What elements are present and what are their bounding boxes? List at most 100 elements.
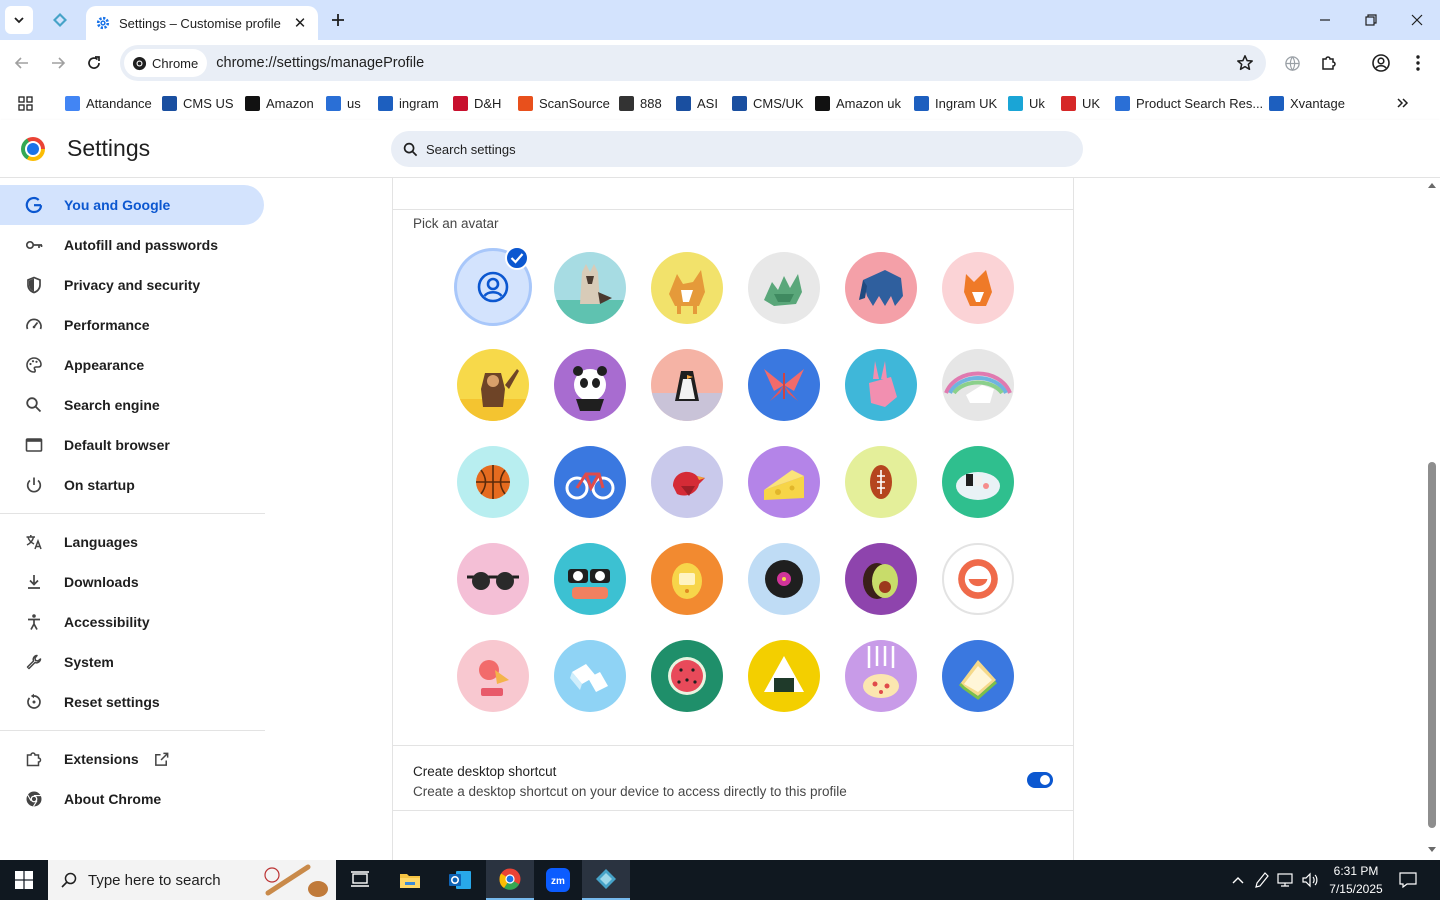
- sidebar-item-performance[interactable]: Performance: [0, 305, 264, 345]
- profile-button[interactable]: [1366, 48, 1396, 78]
- sidebar-item-default-browser[interactable]: Default browser: [0, 425, 264, 465]
- bookmark-item[interactable]: CMS US: [162, 92, 234, 114]
- taskbar-file-explorer[interactable]: [386, 860, 434, 900]
- bookmark-item[interactable]: D&H: [453, 92, 501, 114]
- more-bookmarks-button[interactable]: [1396, 92, 1410, 114]
- sidebar-item-autofill[interactable]: Autofill and passwords: [0, 225, 264, 265]
- task-view-button[interactable]: [336, 860, 384, 900]
- site-chip[interactable]: Chrome: [124, 49, 208, 77]
- bookmark-star-button[interactable]: [1236, 54, 1254, 77]
- sidebar-item-appearance[interactable]: Appearance: [0, 345, 264, 385]
- sidebar-item-system[interactable]: System: [0, 642, 264, 682]
- tab-settings[interactable]: Settings – Customise profile ✕: [86, 6, 318, 40]
- avatar-option-tamagotchi[interactable]: [651, 543, 723, 615]
- sidebar-item-on-startup[interactable]: On startup: [0, 465, 264, 505]
- taskbar-search-box[interactable]: Type here to search: [48, 860, 336, 900]
- avatar-option-elephant[interactable]: [845, 252, 917, 324]
- avatar-option-sandwich[interactable]: [942, 640, 1014, 712]
- avatar-option-onigiri[interactable]: [748, 640, 820, 712]
- sidebar-item-extensions[interactable]: Extensions: [0, 739, 264, 779]
- tray-network-icon[interactable]: [1276, 870, 1296, 890]
- bookmark-item[interactable]: us: [326, 92, 361, 114]
- translate-button[interactable]: [1277, 48, 1307, 78]
- avatar-option-ice-cream[interactable]: [457, 640, 529, 712]
- bookmark-item[interactable]: Amazon: [245, 92, 314, 114]
- avatar-option-dragon[interactable]: [748, 252, 820, 324]
- tray-pen-icon[interactable]: [1252, 870, 1272, 890]
- avatar-option-bicycle[interactable]: [554, 446, 626, 518]
- show-hidden-icons-button[interactable]: [1228, 870, 1248, 890]
- avatar-option-sushi-plate[interactable]: [942, 446, 1014, 518]
- close-window-button[interactable]: [1394, 0, 1440, 40]
- back-button[interactable]: [7, 48, 37, 78]
- avatar-option-rabbit[interactable]: [845, 349, 917, 421]
- bookmark-item[interactable]: Ingram UK: [914, 92, 997, 114]
- forward-button[interactable]: [43, 48, 73, 78]
- extensions-button[interactable]: [1314, 48, 1344, 78]
- tab-pinned[interactable]: [44, 6, 76, 34]
- reload-button[interactable]: [79, 48, 109, 78]
- avatar-option-sushi[interactable]: [554, 543, 626, 615]
- scroll-down-arrow-icon[interactable]: [1427, 846, 1437, 854]
- sidebar-item-accessibility[interactable]: Accessibility: [0, 602, 264, 642]
- avatar-option-panda[interactable]: [554, 349, 626, 421]
- bookmark-item[interactable]: Product Search Res...: [1115, 92, 1263, 114]
- avatar-option-penguin[interactable]: [651, 349, 723, 421]
- tray-volume-icon[interactable]: [1300, 870, 1320, 890]
- sidebar-item-you-and-google[interactable]: You and Google: [0, 185, 264, 225]
- bookmark-item[interactable]: ASI: [676, 92, 718, 114]
- address-bar[interactable]: Chrome chrome://settings/manageProfile: [120, 45, 1266, 81]
- bookmark-item[interactable]: UK: [1061, 92, 1100, 114]
- sidebar-item-search-engine[interactable]: Search engine: [0, 385, 264, 425]
- menu-button[interactable]: [1403, 48, 1433, 78]
- taskbar-app-diamond[interactable]: [582, 860, 630, 900]
- start-button[interactable]: [0, 860, 48, 900]
- bookmark-item[interactable]: CMS/UK: [732, 92, 804, 114]
- sidebar-item-privacy[interactable]: Privacy and security: [0, 265, 264, 305]
- settings-search[interactable]: [391, 131, 1083, 167]
- avatar-option-unicorn[interactable]: [942, 349, 1014, 421]
- taskbar-clock[interactable]: 6:31 PM 7/15/2025: [1326, 862, 1386, 898]
- maximize-button[interactable]: [1348, 0, 1394, 40]
- avatar-option-butterfly[interactable]: [748, 349, 820, 421]
- avatar-option-sunglasses[interactable]: [457, 543, 529, 615]
- bookmark-item[interactable]: Attandance: [65, 92, 152, 114]
- avatar-option-monkey[interactable]: [457, 349, 529, 421]
- bookmark-item[interactable]: Amazon uk: [815, 92, 901, 114]
- sidebar-item-downloads[interactable]: Downloads: [0, 562, 264, 602]
- notifications-button[interactable]: [1398, 870, 1418, 890]
- bookmark-item[interactable]: 888: [619, 92, 662, 114]
- avatar-option-smiley[interactable]: [942, 543, 1014, 615]
- scroll-up-arrow-icon[interactable]: [1427, 181, 1437, 189]
- sidebar-item-about-chrome[interactable]: About Chrome: [0, 779, 264, 819]
- bookmark-item[interactable]: ScanSource: [518, 92, 610, 114]
- taskbar-zoom[interactable]: zm: [534, 860, 582, 900]
- taskbar-outlook[interactable]: [436, 860, 484, 900]
- avatar-option-football[interactable]: [845, 446, 917, 518]
- scrollbar-thumb[interactable]: [1428, 462, 1436, 828]
- minimize-button[interactable]: [1302, 0, 1348, 40]
- avatar-option-fox[interactable]: [942, 252, 1014, 324]
- avatar-option-avocado[interactable]: [845, 543, 917, 615]
- avatar-option-watermelon[interactable]: [651, 640, 723, 712]
- avatar-option-bird[interactable]: [651, 446, 723, 518]
- bookmark-item[interactable]: ingram: [378, 92, 439, 114]
- bookmark-item[interactable]: Uk: [1008, 92, 1045, 114]
- avatar-option-pizza[interactable]: [845, 640, 917, 712]
- avatar-option-corgi[interactable]: [651, 252, 723, 324]
- close-tab-icon[interactable]: ✕: [292, 15, 308, 32]
- avatar-option-cheese[interactable]: [748, 446, 820, 518]
- new-tab-button[interactable]: [326, 8, 350, 32]
- sidebar-item-languages[interactable]: Languages: [0, 522, 264, 562]
- avatar-option-vinyl[interactable]: [748, 543, 820, 615]
- bookmark-item[interactable]: Xvantage: [1269, 92, 1345, 114]
- sidebar-item-reset[interactable]: Reset settings: [0, 682, 264, 722]
- avatar-option-cubes[interactable]: [554, 640, 626, 712]
- avatar-option-basketball[interactable]: [457, 446, 529, 518]
- taskbar-chrome[interactable]: [486, 860, 534, 900]
- avatar-option-cat[interactable]: [554, 252, 626, 324]
- apps-button[interactable]: [18, 92, 33, 114]
- search-settings-input[interactable]: [426, 141, 1026, 157]
- tab-search-button[interactable]: [5, 6, 33, 34]
- scrollbar[interactable]: [1424, 178, 1440, 860]
